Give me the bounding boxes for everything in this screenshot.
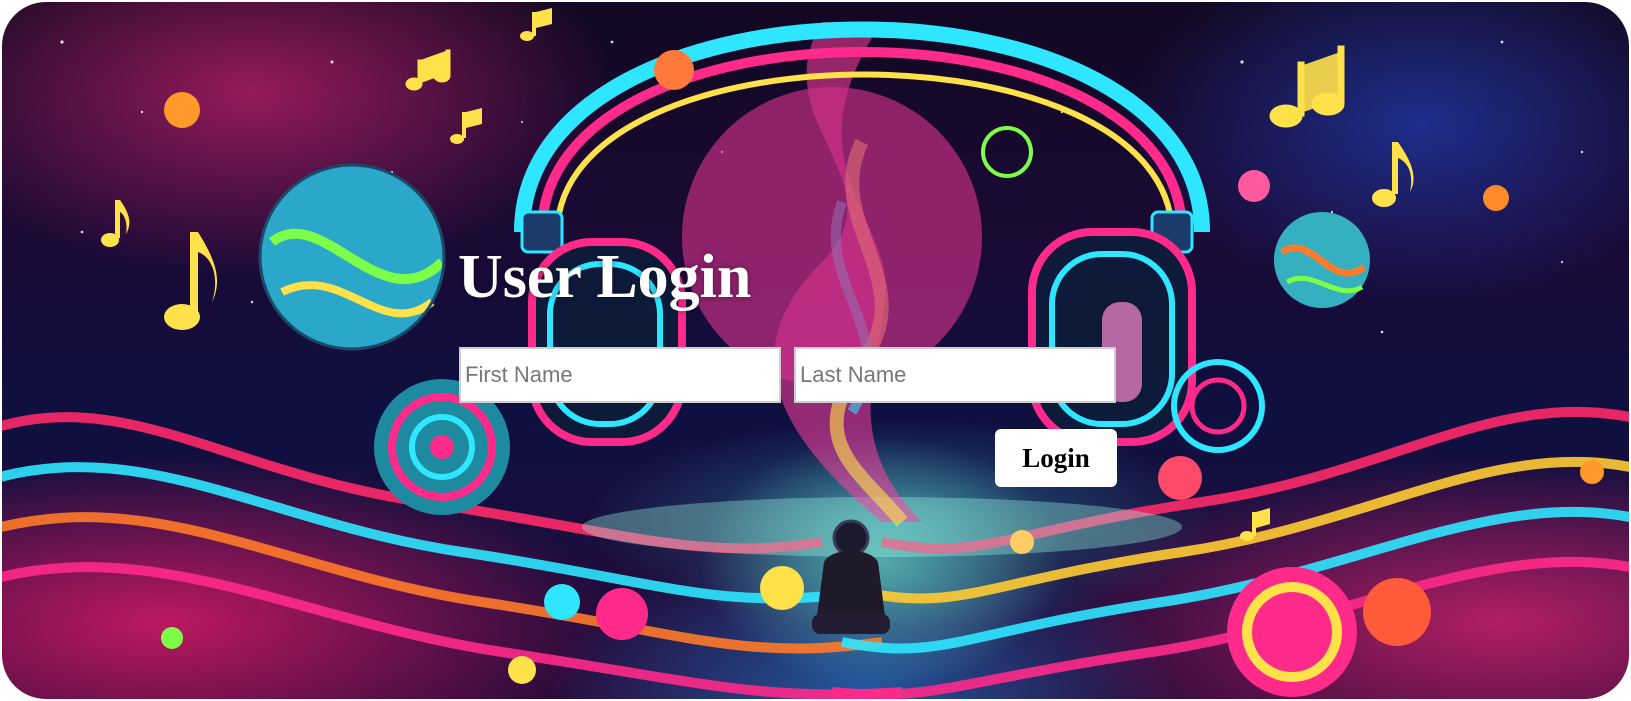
music-note-icon [450,108,482,144]
planet-icon [682,87,982,387]
music-note-icon [101,200,130,247]
last-name-input[interactable] [794,347,1116,403]
music-note-icon [405,49,451,91]
page-title: User Login [458,243,752,311]
music-note-icon [1372,142,1414,207]
music-note-icon [1269,45,1345,128]
planet-icon [1274,212,1370,308]
login-button[interactable]: Login [995,429,1117,487]
music-note-icon [164,232,218,330]
first-name-input[interactable] [459,347,781,403]
planet-icon [258,163,446,351]
music-note-icon [520,8,552,41]
login-page-frame: User Login Login [2,2,1629,699]
